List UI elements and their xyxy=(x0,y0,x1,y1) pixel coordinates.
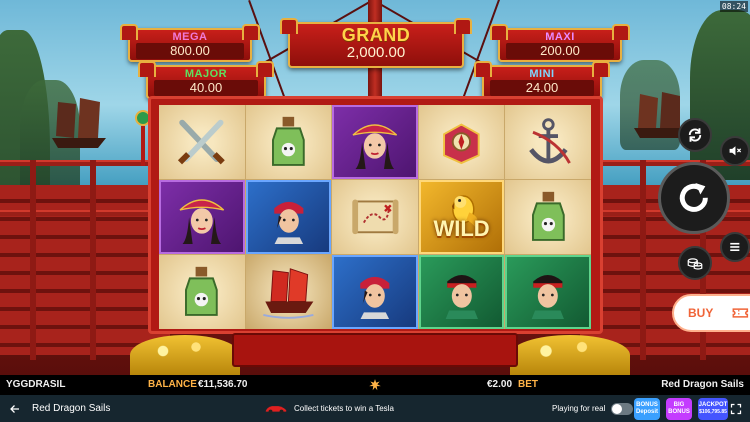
balance-value: €11,536.70 xyxy=(198,379,248,390)
casino-game-title: Red Dragon Sails xyxy=(32,403,111,414)
jackpot-maxi-value: 200.00 xyxy=(506,43,614,59)
buy-feature-button[interactable]: BUY xyxy=(672,294,750,332)
jackpot-grand-title: GRAND xyxy=(341,25,411,45)
jackpot-mini-title: MINI xyxy=(529,68,555,80)
menu-button[interactable] xyxy=(720,232,750,262)
jackpot-mini: MINI 24.00 xyxy=(474,61,610,99)
red-car-icon xyxy=(265,406,287,414)
jackpot-badge[interactable]: JACKPOT $106,795.85 xyxy=(698,397,728,420)
clock: 08:24 xyxy=(719,1,748,12)
real-play-toggle[interactable]: Playing for real xyxy=(552,395,634,422)
game-name: Red Dragon Sails xyxy=(661,379,744,390)
badge-sub: Deposit xyxy=(635,408,658,415)
win-display xyxy=(232,333,518,367)
bet-label: BET xyxy=(518,379,538,390)
autoplay-button[interactable] xyxy=(678,118,712,152)
golden-parrot-wild-icon: WILD xyxy=(418,180,505,254)
real-play-switch[interactable] xyxy=(611,402,634,415)
pirate-man-green-icon xyxy=(505,255,591,329)
badge-label: BIG xyxy=(673,401,685,408)
jackpot-grand-value: 2,000.00 xyxy=(346,44,406,61)
pirate-woman-icon xyxy=(332,105,418,179)
jackpot-mega: MEGA 800.00 xyxy=(120,24,260,62)
promo-badges: BONUS Deposit BIG BONUS JACKPOT $106,795… xyxy=(634,395,728,422)
anchor-icon xyxy=(505,105,591,179)
fullscreen-icon xyxy=(730,403,742,414)
menu-icon xyxy=(730,243,740,252)
pirate-man-blue-icon xyxy=(332,255,418,329)
back-arrow-icon xyxy=(10,404,19,413)
badge-label: BONUS xyxy=(636,401,658,408)
fullscreen-button[interactable] xyxy=(730,395,742,422)
compass-box-icon xyxy=(418,105,505,179)
skull-bottle-icon xyxy=(245,105,332,179)
sound-off-icon xyxy=(729,146,742,156)
casino-bottom-bar: Red Dragon Sails Collect tickets to win … xyxy=(0,395,750,422)
jackpot-mini-value: 24.00 xyxy=(490,80,594,96)
bet-button[interactable] xyxy=(678,246,712,280)
bonus-deposit-badge[interactable]: BONUS Deposit xyxy=(634,397,660,420)
balance-label: BALANCE xyxy=(148,379,197,390)
badge-sub: $106,795.85 xyxy=(699,408,727,415)
playing-for-real-label: Playing for real xyxy=(552,404,606,413)
buy-label: BUY xyxy=(688,306,714,320)
skull-bottle-icon xyxy=(159,255,245,329)
game-status-bar: YGGDRASIL BALANCE €11,536.70 €2.00 BET R… xyxy=(0,375,750,395)
spin-icon xyxy=(679,183,709,213)
big-bonus-badge[interactable]: BIG BONUS xyxy=(666,397,692,420)
tesla-promo-link[interactable]: Collect tickets to win a Tesla xyxy=(264,395,394,422)
promo-text: Collect tickets to win a Tesla xyxy=(294,404,394,413)
coin-stack-icon xyxy=(687,258,703,270)
sound-button[interactable] xyxy=(720,136,750,166)
badge-sub: BONUS xyxy=(668,408,690,415)
jackpot-maxi: MAXI 200.00 xyxy=(490,24,630,62)
jackpot-major-title: MAJOR xyxy=(184,68,228,80)
reel-grid: WILD xyxy=(159,105,591,329)
pirate-woman-icon xyxy=(159,180,245,254)
spin-button[interactable] xyxy=(658,162,730,234)
jackpot-mega-value: 800.00 xyxy=(136,43,244,59)
crossed-swords-icon xyxy=(159,105,245,179)
yggdrasil-tree-icon xyxy=(369,379,381,391)
red-junk-ship-icon xyxy=(245,255,332,329)
ticket-icon xyxy=(732,308,749,318)
pirate-man-blue-icon xyxy=(245,180,332,254)
treasure-map-icon xyxy=(332,180,418,254)
badge-label: JACKPOT xyxy=(698,401,728,408)
jackpot-major: MAJOR 40.00 xyxy=(138,61,274,99)
jackpot-grand: GRAND 2,000.00 xyxy=(280,18,472,68)
jackpot-major-value: 40.00 xyxy=(154,80,258,96)
provider-name: YGGDRASIL xyxy=(6,379,66,390)
skull-bottle-icon xyxy=(505,180,591,254)
bet-value: €2.00 xyxy=(487,379,513,390)
jackpot-mega-title: MEGA xyxy=(172,31,208,43)
back-button[interactable] xyxy=(6,395,24,422)
pirate-man-green-icon xyxy=(418,255,505,329)
autoplay-icon xyxy=(688,128,702,142)
jackpot-maxi-title: MAXI xyxy=(545,31,575,43)
wild-label: WILD xyxy=(433,216,490,241)
